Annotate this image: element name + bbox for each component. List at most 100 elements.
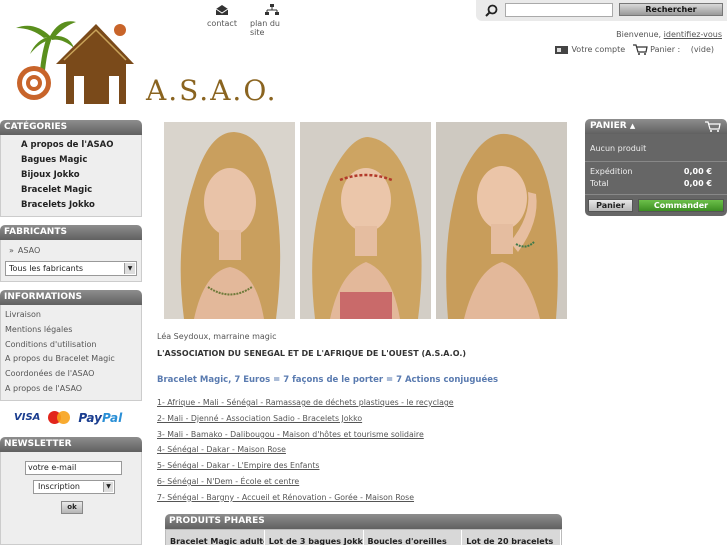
newsletter-body: votre e-mail Inscription ▼ ok [0, 451, 142, 545]
informations-title: INFORMATIONS [0, 290, 142, 305]
action-link[interactable]: 1- Afrique - Mali - Sénégal - Ramassage … [157, 395, 575, 411]
sitemap-link[interactable]: plan du site [250, 4, 294, 37]
manufacturers-title: FABRICANTS [0, 225, 142, 240]
top-links: contact plan du site [206, 4, 306, 37]
total-line: Total 0,00 € [585, 178, 727, 190]
payment-logos: VISA PayPal [0, 401, 142, 435]
order-button[interactable]: Commander [638, 199, 724, 212]
account-bar: Votre compte Panier : (vide) [554, 44, 722, 55]
manufacturers-body: » ASAO Tous les fabricants ▼ [0, 240, 142, 282]
info-link[interactable]: Conditions d'utilisation [5, 338, 137, 353]
cart-totals: Expédition 0,00 € Total 0,00 € [585, 162, 727, 195]
view-cart-button[interactable]: Panier [588, 199, 633, 212]
cart-link[interactable]: Panier : (vide) [650, 45, 722, 54]
category-item[interactable]: Bijoux Jokko [21, 168, 141, 183]
newsletter-email-input[interactable]: votre e-mail [25, 460, 122, 475]
action-link[interactable]: 2- Mali - Djenné - Association Sadio - B… [157, 411, 575, 427]
category-item[interactable]: Bagues Magic [21, 153, 141, 168]
action-link[interactable]: 3- Mali - Bamako - Dalibougou - Maison d… [157, 427, 575, 443]
chevron-down-icon: ▼ [103, 481, 113, 492]
left-column: CATÉGORIES A propos de l'ASAO Bagues Mag… [0, 120, 142, 545]
paypal-text-b: Pal [101, 410, 123, 425]
featured-product[interactable]: Boucles d'oreilles [364, 530, 463, 545]
newsletter-title: NEWSLETTER [0, 436, 142, 452]
featured-product[interactable]: Bracelet Magic adulte [166, 530, 265, 545]
manufacturer-select-value: Tous les fabricants [9, 264, 84, 273]
account-link[interactable]: Votre compte [571, 45, 625, 54]
featured-row: Bracelet Magic adulte Lot de 3 bagues Jo… [165, 529, 562, 545]
informations-block: INFORMATIONS Livraison Mentions légales … [0, 290, 142, 401]
paypal-logo: PayPal [78, 411, 122, 425]
action-link[interactable]: 4- Sénégal - Dakar - Maison Rose [157, 442, 575, 458]
info-link[interactable]: Coordonées de l'ASAO [5, 367, 137, 382]
featured-title: PRODUITS PHARES [165, 514, 562, 529]
visa-logo: VISA [14, 412, 41, 424]
featured-product[interactable]: Lot de 3 bagues Jokko [265, 530, 364, 545]
search-input[interactable] [505, 3, 613, 17]
sitemap-icon [265, 4, 279, 15]
info-link[interactable]: Mentions légales [5, 323, 137, 338]
cart-title[interactable]: PANIER ▲ [585, 119, 727, 134]
main-content: Léa Seydoux, marraine magic L'ASSOCIATIO… [157, 122, 575, 506]
cart-small-icon [633, 44, 648, 55]
action-link[interactable]: 5- Sénégal - Dakar - L'Empire des Enfant… [157, 458, 575, 474]
categories-block: CATÉGORIES A propos de l'ASAO Bagues Mag… [0, 120, 142, 217]
account-icon [555, 46, 569, 54]
association-title: L'ASSOCIATION DU SENEGAL ET DE L'AFRIQUE… [157, 349, 467, 358]
brand-name: A.S.A.O. [146, 74, 278, 107]
paypal-text-a: Pay [78, 410, 102, 425]
category-item[interactable]: Bracelet Magic [21, 183, 141, 198]
shipping-label: Expédition [590, 167, 633, 176]
action-link[interactable]: 7- Sénégal - Bargny - Accueil et Rénovat… [157, 490, 575, 506]
featured-product[interactable]: Lot de 20 bracelets [462, 530, 561, 545]
contact-label: contact [207, 19, 237, 28]
cart-buttons: Panier Commander [585, 195, 727, 212]
double-chevron-icon: » [9, 246, 14, 255]
actions-list: 1- Afrique - Mali - Sénégal - Ramassage … [157, 395, 575, 506]
portrait-photo [300, 122, 431, 319]
cart-body: Aucun produit Expédition 0,00 € Total 0,… [585, 134, 727, 216]
search-icon [485, 4, 498, 17]
photo-strip [164, 122, 575, 319]
login-link[interactable]: identifiez-vous [664, 30, 722, 39]
category-item[interactable]: Bracelets Jokko [21, 198, 141, 213]
manufacturers-block: FABRICANTS » ASAO Tous les fabricants ▼ [0, 225, 142, 282]
cart-title-label: PANIER [590, 121, 627, 131]
cart-link-label: Panier : [650, 45, 681, 54]
bracelet-subtitle: Bracelet Magic, 7 Euros = 7 façons de le… [157, 375, 499, 385]
info-link[interactable]: Livraison [5, 308, 137, 323]
featured-products: PRODUITS PHARES Bracelet Magic adulte Lo… [165, 514, 562, 545]
photo-caption: Léa Seydoux, marraine magic [157, 332, 277, 341]
manufacturer-select[interactable]: Tous les fabricants ▼ [5, 261, 137, 276]
sitemap-label: plan du site [250, 19, 280, 37]
categories-list: A propos de l'ASAO Bagues Magic Bijoux J… [0, 135, 142, 217]
manufacturer-item[interactable]: » ASAO [5, 244, 137, 258]
total-label: Total [590, 179, 609, 188]
total-value: 0,00 € [683, 179, 712, 188]
newsletter-block: NEWSLETTER votre e-mail Inscription ▼ ok [0, 436, 142, 545]
envelope-icon [215, 5, 229, 15]
info-link[interactable]: A propos du Bracelet Magic [5, 352, 137, 367]
category-item[interactable]: A propos de l'ASAO [21, 138, 141, 153]
welcome-label: Bienvenue, [616, 30, 662, 39]
chevron-down-icon: ▼ [124, 263, 135, 274]
cart-icon [705, 121, 721, 132]
newsletter-ok-button[interactable]: ok [61, 500, 83, 514]
contact-link[interactable]: contact [206, 4, 238, 37]
shipping-value: 0,00 € [683, 167, 712, 176]
welcome-text: Bienvenue, identifiez-vous [616, 30, 722, 39]
search-button[interactable]: Rechercher [619, 3, 723, 16]
informations-list: Livraison Mentions légales Conditions d'… [0, 305, 142, 401]
search-bar: Rechercher [476, 0, 727, 21]
action-link[interactable]: 6- Sénégal - N'Dem - École et centre [157, 474, 575, 490]
cart-empty-label: Aucun produit [585, 134, 727, 162]
info-link[interactable]: A propos de l'ASAO [5, 382, 137, 397]
portrait-photo [436, 122, 567, 319]
cart-block: PANIER ▲ Aucun produit Expédition 0,00 €… [585, 119, 727, 216]
newsletter-select-value: Inscription [38, 481, 80, 491]
manufacturer-label: ASAO [17, 246, 41, 255]
portrait-photo [164, 122, 295, 319]
categories-title: CATÉGORIES [0, 120, 142, 135]
newsletter-action-select[interactable]: Inscription ▼ [33, 479, 115, 494]
caret-up-icon: ▲ [629, 122, 636, 130]
